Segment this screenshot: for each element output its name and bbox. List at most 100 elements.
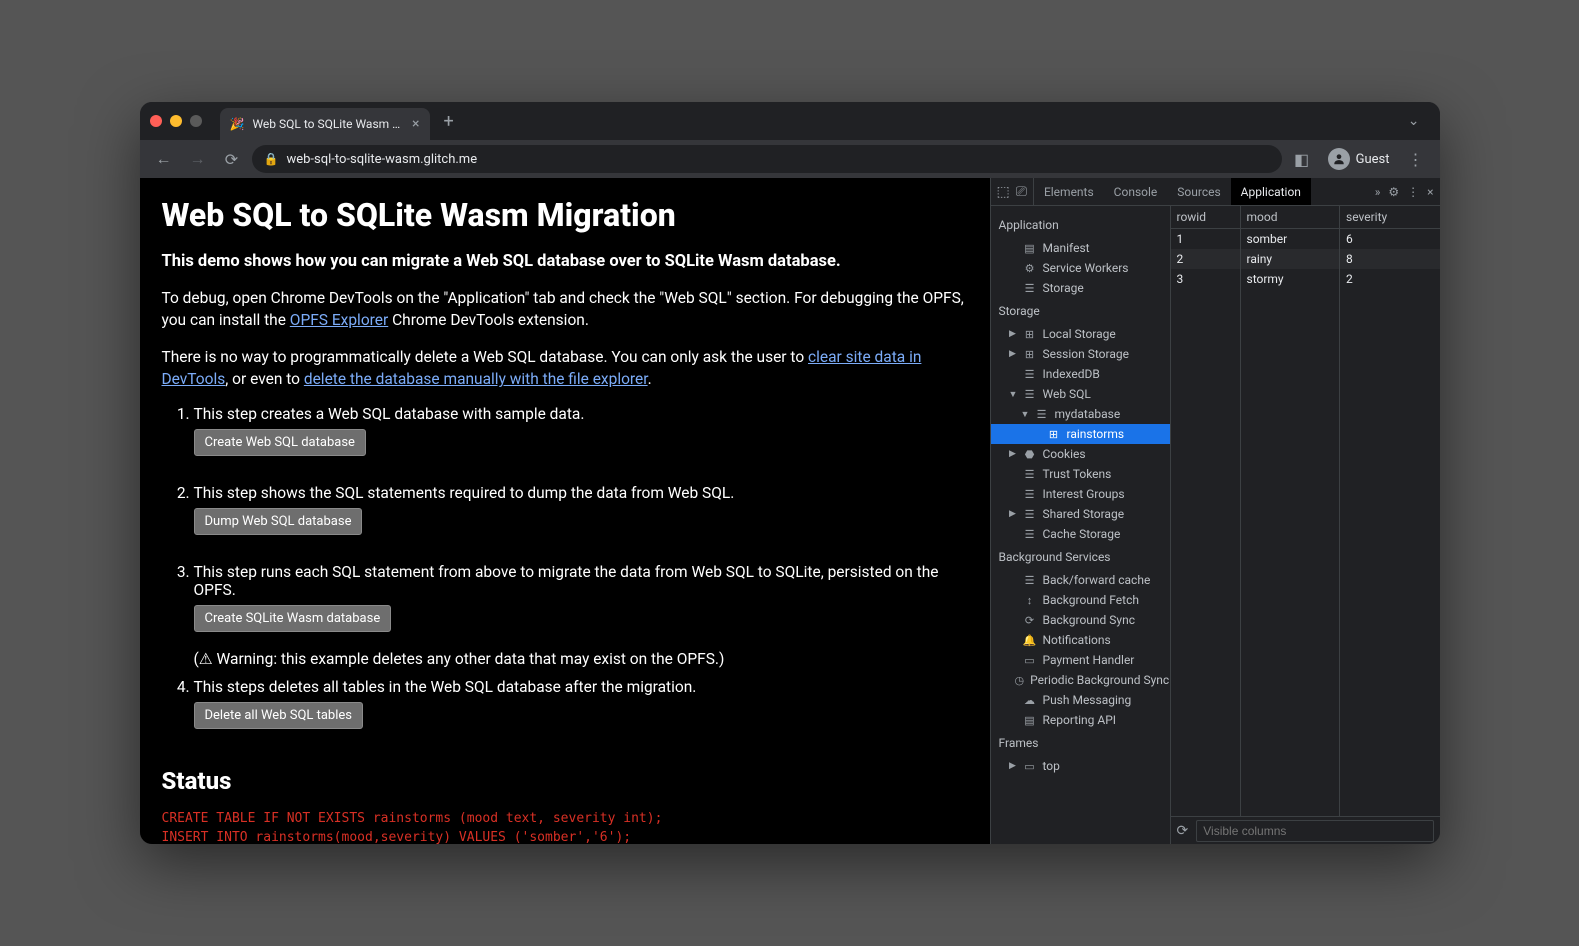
sync-icon: ⟳ xyxy=(1023,614,1037,627)
link-delete-db-manually[interactable]: delete the database manually with the fi… xyxy=(304,370,648,388)
sidebar-item-bg-fetch[interactable]: ↕Background Fetch xyxy=(991,590,1170,610)
sidebar-item-session-storage[interactable]: ▶⊞Session Storage xyxy=(991,344,1170,364)
sidebar-item-cache-storage[interactable]: ☰Cache Storage xyxy=(991,524,1170,544)
table-row[interactable]: 2 rainy 8 xyxy=(1171,249,1440,269)
table-row[interactable]: 1 somber 6 xyxy=(1171,229,1440,249)
tab-console[interactable]: Console xyxy=(1104,178,1168,205)
forward-button[interactable]: → xyxy=(184,145,212,173)
sidebar-item-bf-cache[interactable]: ☰Back/forward cache xyxy=(991,570,1170,590)
sql-output: CREATE TABLE IF NOT EXISTS rainstorms (m… xyxy=(162,809,968,844)
data-grid-footer: ⟳ xyxy=(1171,816,1440,844)
paragraph-1: To debug, open Chrome DevTools on the "A… xyxy=(162,287,968,332)
column-mood[interactable]: mood xyxy=(1241,206,1341,228)
section-frames: Frames xyxy=(991,730,1170,756)
chevron-right-icon: ▶ xyxy=(1009,449,1017,459)
create-sqlite-button[interactable]: Create SQLite Wasm database xyxy=(194,605,392,632)
tab-elements[interactable]: Elements xyxy=(1034,178,1104,205)
data-grid: rowid mood severity 1 somber 6 2 rainy 8 xyxy=(1171,206,1440,844)
profile-chip[interactable]: Guest xyxy=(1322,148,1396,170)
link-opfs-explorer[interactable]: OPFS Explorer xyxy=(290,311,388,329)
sidebar-item-notifications[interactable]: 🔔Notifications xyxy=(991,630,1170,650)
maximize-window-icon[interactable] xyxy=(190,115,202,127)
devtools-tabs: ⬚ ⎚ Elements Console Sources Application… xyxy=(991,178,1440,206)
database-icon: ☰ xyxy=(1035,408,1049,421)
sidebar-item-push-messaging[interactable]: ☁Push Messaging xyxy=(991,690,1170,710)
content-area: Web SQL to SQLite Wasm Migration This de… xyxy=(140,178,1440,844)
section-background-services: Background Services xyxy=(991,544,1170,570)
column-severity[interactable]: severity xyxy=(1340,206,1440,228)
column-rowid[interactable]: rowid xyxy=(1171,206,1241,228)
new-tab-button[interactable]: + xyxy=(430,111,468,132)
url-text: web-sql-to-sqlite-wasm.glitch.me xyxy=(286,152,477,167)
sidebar-item-local-storage[interactable]: ▶⊞Local Storage xyxy=(991,324,1170,344)
page-title: Web SQL to SQLite Wasm Migration xyxy=(162,196,968,234)
clock-icon: ◷ xyxy=(1015,674,1025,687)
devtools-panel: ⬚ ⎚ Elements Console Sources Application… xyxy=(990,178,1440,844)
menu-icon[interactable]: ⋮ xyxy=(1402,145,1430,173)
sidebar-item-websql[interactable]: ▼☰Web SQL xyxy=(991,384,1170,404)
cookie-icon: ⬣ xyxy=(1023,448,1037,461)
sidebar-item-rainstorms[interactable]: ⊞rainstorms xyxy=(991,424,1170,444)
sidebar-item-indexeddb[interactable]: ☰IndexedDB xyxy=(991,364,1170,384)
devtools-close-icon[interactable]: × xyxy=(1427,185,1433,199)
browser-tab[interactable]: 🎉 Web SQL to SQLite Wasm Migr × xyxy=(220,108,430,140)
side-panel-icon[interactable]: ◧ xyxy=(1288,145,1316,173)
tab-favicon: 🎉 xyxy=(230,117,245,131)
tab-application[interactable]: Application xyxy=(1231,178,1311,205)
tab-sources[interactable]: Sources xyxy=(1167,178,1230,205)
chevron-right-icon: ▶ xyxy=(1009,329,1017,339)
sidebar-item-mydatabase[interactable]: ▼☰mydatabase xyxy=(991,404,1170,424)
table-icon: ⊞ xyxy=(1047,428,1061,441)
chevron-right-icon: ▶ xyxy=(1009,349,1017,359)
sidebar-item-manifest[interactable]: ▤Manifest xyxy=(991,238,1170,258)
delete-tables-button[interactable]: Delete all Web SQL tables xyxy=(194,702,364,729)
traffic-lights xyxy=(150,115,202,127)
step-3-warning: (⚠︎ Warning: this example deletes any ot… xyxy=(194,650,725,668)
table-header-row: rowid mood severity xyxy=(1171,206,1440,229)
devtools-menu-icon[interactable]: ⋮ xyxy=(1407,185,1419,199)
sidebar-item-cookies[interactable]: ▶⬣Cookies xyxy=(991,444,1170,464)
gear-icon: ⚙ xyxy=(1023,262,1037,275)
minimize-window-icon[interactable] xyxy=(170,115,182,127)
page-subtitle: This demo shows how you can migrate a We… xyxy=(162,252,968,271)
bell-icon: 🔔 xyxy=(1023,634,1037,647)
sidebar-item-service-workers[interactable]: ⚙Service Workers xyxy=(991,258,1170,278)
visible-columns-input[interactable] xyxy=(1196,820,1433,842)
sidebar-item-interest-groups[interactable]: ☰Interest Groups xyxy=(991,484,1170,504)
sidebar-item-storage[interactable]: ☰Storage xyxy=(991,278,1170,298)
sidebar-item-shared-storage[interactable]: ▶☰Shared Storage xyxy=(991,504,1170,524)
more-tabs-icon[interactable]: » xyxy=(1375,185,1381,199)
lock-icon: 🔒 xyxy=(264,152,279,166)
close-tab-icon[interactable]: × xyxy=(412,116,419,132)
table-row[interactable]: 3 stormy 2 xyxy=(1171,269,1440,289)
sidebar-item-payment-handler[interactable]: ▭Payment Handler xyxy=(991,650,1170,670)
card-icon: ▭ xyxy=(1023,654,1037,667)
sidebar-item-bg-sync[interactable]: ⟳Background Sync xyxy=(991,610,1170,630)
database-icon: ☰ xyxy=(1023,468,1037,481)
database-icon: ☰ xyxy=(1023,508,1037,521)
sidebar-item-periodic-sync[interactable]: ◷Periodic Background Sync xyxy=(991,670,1170,690)
step-1: This step creates a Web SQL database wit… xyxy=(194,405,968,474)
address-bar[interactable]: 🔒 web-sql-to-sqlite-wasm.glitch.me xyxy=(252,145,1282,173)
sidebar-item-frame-top[interactable]: ▶▭top xyxy=(991,756,1170,776)
steps-list: This step creates a Web SQL database wit… xyxy=(162,405,968,747)
device-toggle-icon[interactable]: ⎚ xyxy=(1016,184,1027,200)
back-button[interactable]: ← xyxy=(150,145,178,173)
fetch-icon: ↕ xyxy=(1023,594,1037,607)
settings-gear-icon[interactable]: ⚙ xyxy=(1388,185,1399,199)
toolbar: ← → ⟳ 🔒 web-sql-to-sqlite-wasm.glitch.me… xyxy=(140,140,1440,178)
web-page: Web SQL to SQLite Wasm Migration This de… xyxy=(140,178,990,844)
dump-websql-button[interactable]: Dump Web SQL database xyxy=(194,508,363,535)
close-window-icon[interactable] xyxy=(150,115,162,127)
create-websql-button[interactable]: Create Web SQL database xyxy=(194,429,366,456)
paragraph-2: There is no way to programmatically dele… xyxy=(162,346,968,391)
sidebar-item-trust-tokens[interactable]: ☰Trust Tokens xyxy=(991,464,1170,484)
reload-button[interactable]: ⟳ xyxy=(218,145,246,173)
sidebar-item-reporting-api[interactable]: ▤Reporting API xyxy=(991,710,1170,730)
cloud-icon: ☁ xyxy=(1023,694,1037,707)
refresh-icon[interactable]: ⟳ xyxy=(1177,823,1189,839)
tab-search-icon[interactable]: ⌄ xyxy=(1398,113,1430,129)
step-2: This step shows the SQL statements requi… xyxy=(194,484,968,553)
grid-icon: ⊞ xyxy=(1023,348,1037,361)
inspect-element-icon[interactable]: ⬚ xyxy=(997,184,1010,200)
